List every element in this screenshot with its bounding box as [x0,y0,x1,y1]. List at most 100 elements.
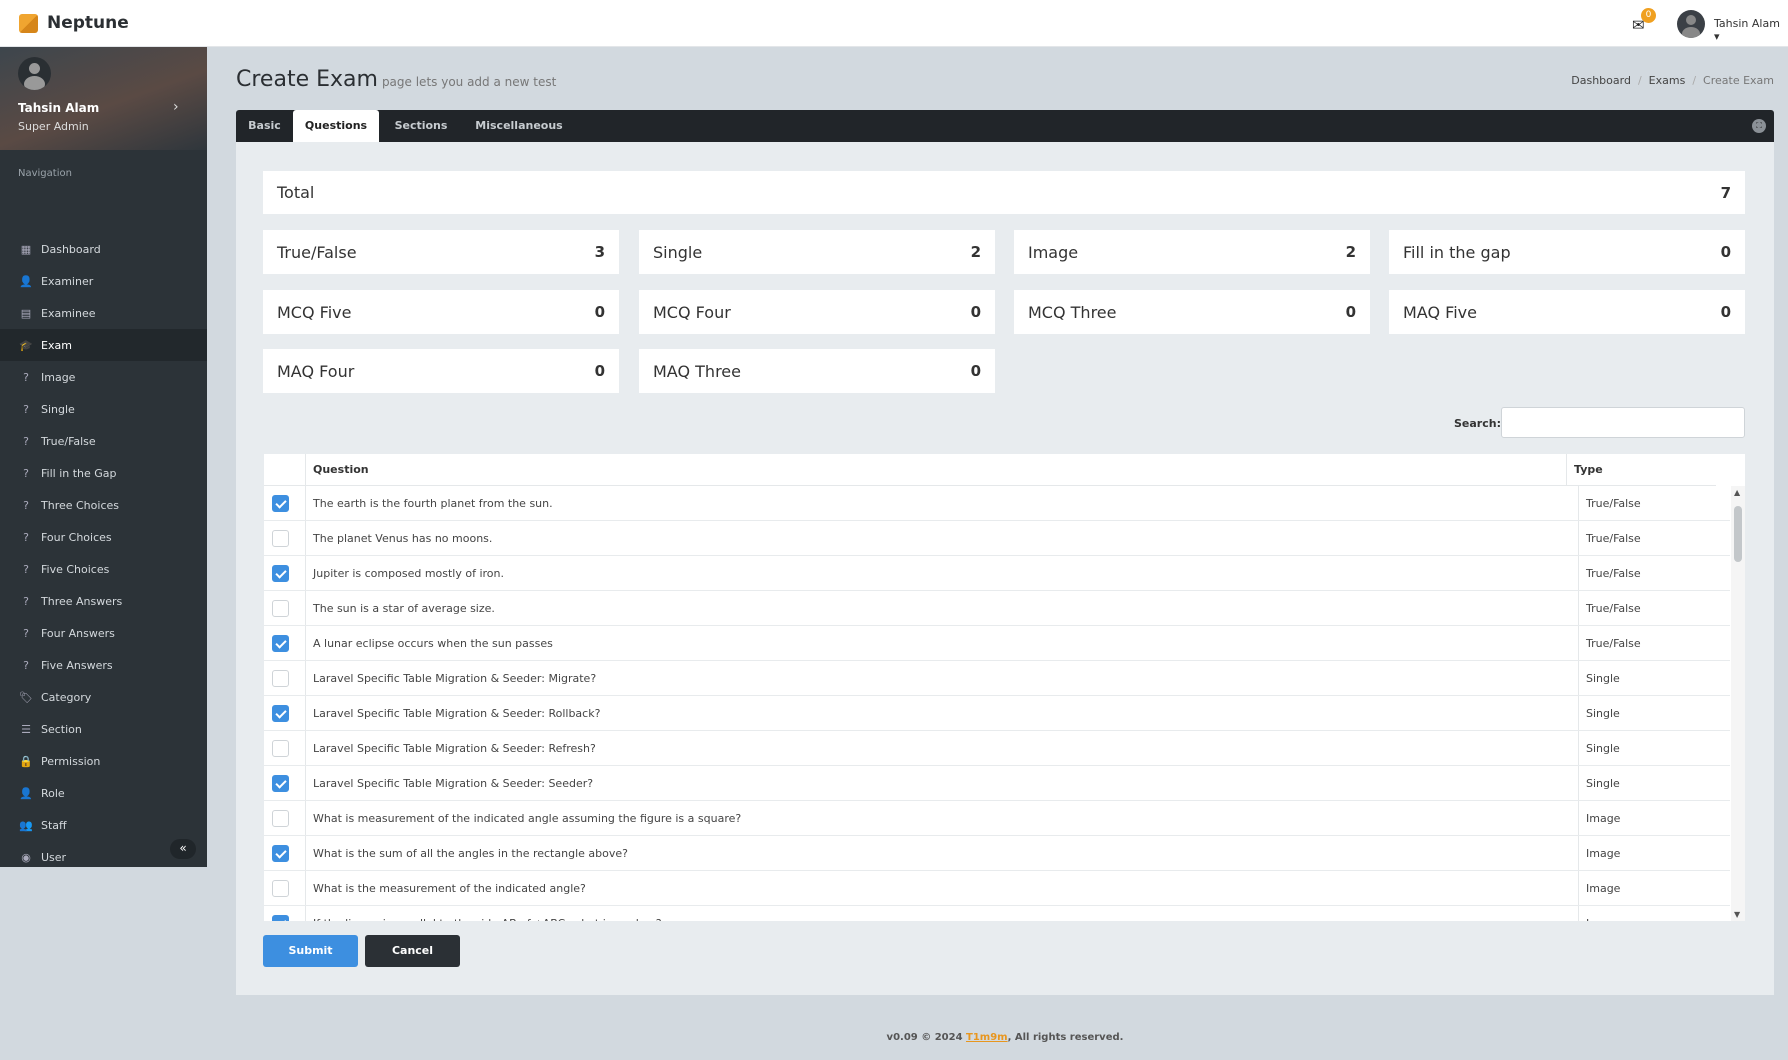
tab-questions[interactable]: Questions [293,110,379,142]
question-text: Jupiter is composed mostly of iron. [313,567,505,580]
row-checkbox[interactable] [272,845,289,862]
submit-button[interactable]: Submit [263,935,358,967]
graduation-cap-icon: 🎓 [19,338,33,352]
table-row[interactable]: Laravel Specific Table Migration & Seede… [264,661,1730,696]
table-row[interactable]: A lunar eclipse occurs when the sun pass… [264,626,1730,661]
scroll-up-icon[interactable]: ▲ [1734,488,1740,497]
dashboard-icon: ▦ [20,242,32,256]
breadcrumb: Dashboard / Exams / Create Exam [1571,74,1774,87]
question-text: What is the measurement of the indicated… [313,882,586,895]
stat-value: 0 [594,362,605,380]
row-checkbox[interactable] [272,670,289,687]
stat-card: Image 2 [1014,230,1370,274]
table-row[interactable]: What is measurement of the indicated ang… [264,801,1730,836]
page-title: Create Exam page lets you add a new test [236,67,556,92]
questions-table: Question Type The earth is the fourth pl… [264,454,1745,921]
sidebar-item-permission[interactable]: 🔒 Permission [0,745,207,777]
user-menu[interactable]: Tahsin Alam ▾ [1714,17,1788,43]
sidebar-item-four-choices[interactable]: ? Four Choices [0,521,207,553]
sidebar-item-label: Four Answers [41,626,115,640]
sidebar-item-examiner[interactable]: 👤 Examiner [0,265,207,297]
row-checkbox[interactable] [272,705,289,722]
sidebar-item-true-false[interactable]: ? True/False [0,425,207,457]
profile-card[interactable]: Tahsin Alam Super Admin › [0,47,207,150]
question-icon: ? [23,594,29,608]
column-header-question[interactable]: Question [313,454,369,486]
table-scrollbar[interactable]: ▲ ▼ [1731,486,1745,921]
stat-value: 7 [1720,183,1731,202]
sidebar-item-role[interactable]: 👤 Role [0,777,207,809]
question-type: Image [1586,906,1620,921]
stat-card: Fill in the gap 0 [1389,230,1745,274]
table-row[interactable]: The earth is the fourth planet from the … [264,486,1730,521]
row-checkbox[interactable] [272,600,289,617]
stat-card: Single 2 [639,230,995,274]
table-header: Question Type [264,454,1716,486]
row-checkbox[interactable] [272,495,289,512]
table-row[interactable]: Laravel Specific Table Migration & Seede… [264,696,1730,731]
row-checkbox[interactable] [272,635,289,652]
cancel-button[interactable]: Cancel [365,935,460,967]
table-row[interactable]: Jupiter is composed mostly of iron. True/… [264,556,1730,591]
sidebar-item-three-choices[interactable]: ? Three Choices [0,489,207,521]
table-row[interactable]: The planet Venus has no moons. True/False [264,521,1730,556]
stat-card: MAQ Five 0 [1389,290,1745,334]
app-name[interactable]: Neptune [47,13,129,33]
sidebar-item-four-answers[interactable]: ? Four Answers [0,617,207,649]
question-type: Image [1586,882,1621,895]
table-row[interactable]: Laravel Specific Table Migration & Seede… [264,766,1730,801]
sidebar-item-staff[interactable]: 👥 Staff [0,809,207,841]
tab-miscellaneous[interactable]: Miscellaneous [463,110,575,142]
sidebar-item-section[interactable]: ☰ Section [0,713,207,745]
sidebar-item-dashboard[interactable]: ▦ Dashboard [0,233,207,265]
sidebar-item-fill-in-the-gap[interactable]: ? Fill in the Gap [0,457,207,489]
breadcrumb-exams[interactable]: Exams [1649,74,1686,87]
collapse-sidebar-button[interactable]: « [170,839,196,859]
table-row[interactable]: The sun is a star of average size. True/F… [264,591,1730,626]
stat-card: MCQ Four 0 [639,290,995,334]
row-checkbox[interactable] [272,915,289,921]
avatar[interactable] [1677,10,1705,38]
question-text: What is the sum of all the angles in the… [313,847,628,860]
sidebar-item-three-answers[interactable]: ? Three Answers [0,585,207,617]
sidebar-item-five-answers[interactable]: ? Five Answers [0,649,207,681]
table-row[interactable]: Laravel Specific Table Migration & Seede… [264,731,1730,766]
row-checkbox[interactable] [272,530,289,547]
stat-label: MCQ Five [277,302,352,322]
question-type: Image [1586,812,1621,825]
question-circle-icon: ? [23,626,29,640]
question-circle-icon: ? [23,434,29,448]
user-name: Tahsin Alam [1714,17,1780,30]
sidebar-item-exam[interactable]: 🎓 Exam [0,329,207,361]
sidebar-item-single[interactable]: ? Single [0,393,207,425]
breadcrumb-dashboard[interactable]: Dashboard [1571,74,1631,87]
row-checkbox[interactable] [272,880,289,897]
sidebar-item-five-choices[interactable]: ? Five Choices [0,553,207,585]
profile-name: Tahsin Alam [18,101,100,115]
search-input[interactable] [1501,407,1745,438]
stat-value: 0 [1345,303,1356,321]
fullscreen-icon[interactable]: ⛶ [1752,119,1766,133]
table-row[interactable]: If the line m is parallel to the side AB… [264,906,1730,921]
chevron-right-icon[interactable]: › [173,99,179,115]
row-checkbox[interactable] [272,740,289,757]
table-row[interactable]: What is the sum of all the angles in the… [264,836,1730,871]
tab-basic[interactable]: Basic [236,110,293,142]
column-header-type[interactable]: Type [1574,454,1603,486]
sidebar-item-examinee[interactable]: ▤ Examinee [0,297,207,329]
row-checkbox[interactable] [272,775,289,792]
row-checkbox[interactable] [272,810,289,827]
lock-icon: 🔒 [19,754,33,768]
footer-version: v0.09 © 2024 [886,1032,967,1043]
table-row[interactable]: What is the measurement of the indicated… [264,871,1730,906]
sidebar-item-category[interactable]: 🏷 Category [0,681,207,713]
footer-link[interactable]: T1m9m [966,1032,1008,1043]
question-text: The sun is a star of average size. [313,602,495,615]
tab-sections[interactable]: Sections [379,110,463,142]
stat-value: 2 [1345,243,1356,261]
scrollbar-thumb[interactable] [1734,506,1742,562]
row-checkbox[interactable] [272,565,289,582]
sidebar-item-image[interactable]: ? Image [0,361,207,393]
question-circle-icon: ? [23,370,29,384]
scroll-down-icon[interactable]: ▼ [1734,910,1740,919]
